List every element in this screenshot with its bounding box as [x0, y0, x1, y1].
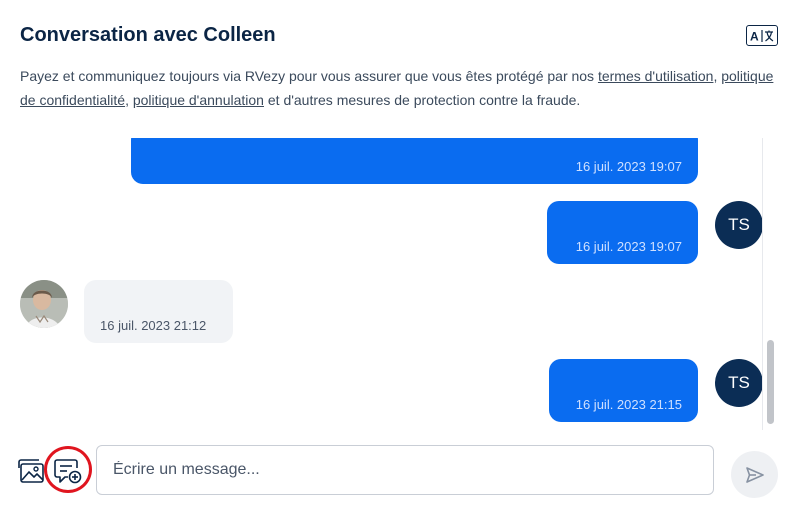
- message-input[interactable]: [96, 445, 714, 495]
- cancellation-policy-link[interactable]: politique d'annulation: [133, 92, 264, 108]
- scrollbar[interactable]: [762, 138, 778, 430]
- avatar: TS: [715, 359, 763, 407]
- send-button[interactable]: [731, 451, 778, 498]
- message-timestamp: 16 juil. 2023 19:07: [575, 239, 682, 254]
- message-list[interactable]: 16 juil. 2023 19:07 16 juil. 2023 19:07 …: [0, 138, 780, 430]
- avatar: TS: [715, 201, 763, 249]
- safety-notice: Payez et communiquez toujours via RVezy …: [20, 64, 780, 112]
- message-timestamp: 16 juil. 2023 21:12: [100, 318, 207, 333]
- profile-photo-icon: [20, 280, 68, 328]
- message-bubble-outgoing: 16 juil. 2023 19:07: [131, 138, 698, 184]
- message-template-icon: [54, 459, 82, 484]
- message-template-button[interactable]: [53, 456, 83, 486]
- message-composer: [0, 440, 797, 500]
- avatar-colleen: [20, 280, 68, 328]
- terms-link[interactable]: termes d'utilisation: [598, 68, 714, 84]
- message-bubble-outgoing: 16 juil. 2023 21:15: [549, 359, 698, 422]
- notice-separator: ,: [713, 68, 718, 84]
- image-icon: [18, 459, 44, 483]
- svg-text:A: A: [750, 29, 759, 43]
- notice-text: Payez et communiquez toujours via RVezy …: [20, 68, 598, 84]
- notice-separator: ,: [125, 92, 133, 108]
- scrollbar-thumb[interactable]: [767, 340, 774, 424]
- notice-text: et d'autres mesures de protection contre…: [263, 92, 581, 108]
- message-timestamp: 16 juil. 2023 19:07: [575, 159, 682, 174]
- send-icon: [745, 466, 764, 483]
- message-bubble-incoming: 16 juil. 2023 21:12: [84, 280, 233, 343]
- page-title: Conversation avec Colleen: [20, 24, 276, 46]
- attach-image-button[interactable]: [18, 459, 46, 485]
- translate-button[interactable]: A: [746, 25, 778, 46]
- translate-icon: A: [750, 29, 774, 43]
- message-timestamp: 16 juil. 2023 21:15: [575, 397, 682, 412]
- message-bubble-outgoing: 16 juil. 2023 19:07: [547, 201, 698, 264]
